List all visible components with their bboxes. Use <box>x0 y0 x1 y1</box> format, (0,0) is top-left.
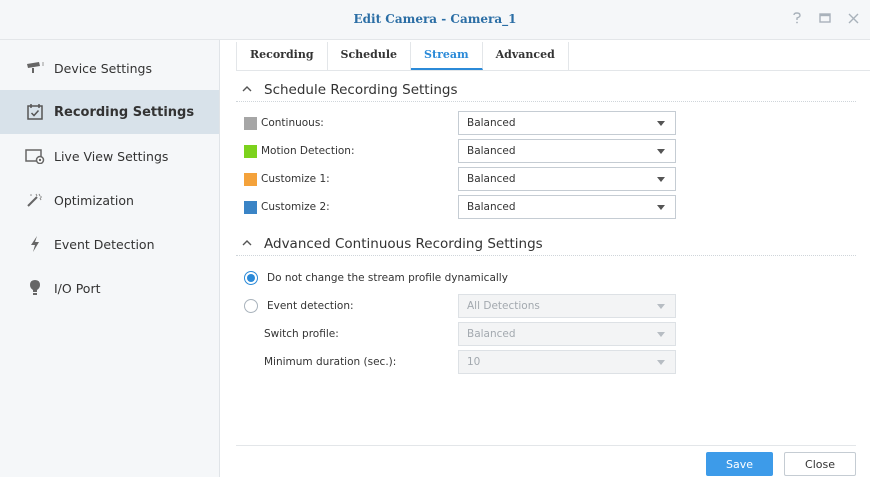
select-value: All Detections <box>467 300 540 312</box>
dropdown-arrow-icon <box>657 205 665 210</box>
advanced-continuous-section-header[interactable]: Advanced Continuous Recording Settings <box>236 232 856 256</box>
window-controls <box>790 11 860 25</box>
sidebar: Device Settings Recording Settings Live … <box>0 40 220 477</box>
sidebar-item-label: Event Detection <box>54 236 155 252</box>
sidebar-item-label: Recording Settings <box>54 104 195 120</box>
dropdown-arrow-icon <box>657 121 665 126</box>
sidebar-item-label: Optimization <box>54 192 134 208</box>
tab-bar: Recording Schedule Stream Advanced <box>236 42 569 70</box>
switch-profile-label: Switch profile: <box>264 328 339 340</box>
maximize-icon[interactable] <box>818 11 832 25</box>
motion-detection-color-swatch <box>244 144 257 158</box>
camera-icon <box>24 60 46 76</box>
continuous-label: Continuous: <box>261 117 324 129</box>
event-detection-select[interactable]: All Detections <box>458 294 676 318</box>
magic-wand-icon <box>24 192 46 208</box>
section-title: Advanced Continuous Recording Settings <box>264 235 543 252</box>
customize-2-label: Customize 2: <box>261 201 330 213</box>
dropdown-arrow-icon <box>657 177 665 182</box>
tab-stream[interactable]: Stream <box>411 42 483 70</box>
customize-1-label: Customize 1: <box>261 173 330 185</box>
save-button[interactable]: Save <box>706 452 773 476</box>
close-button[interactable]: Close <box>784 452 856 476</box>
select-value: Balanced <box>467 201 516 213</box>
static-profile-label: Do not change the stream profile dynamic… <box>267 272 508 284</box>
motion-detection-label: Motion Detection: <box>261 145 355 157</box>
sidebar-item-device-settings[interactable]: Device Settings <box>0 46 219 90</box>
sidebar-item-label: I/O Port <box>54 280 101 296</box>
select-value: Balanced <box>467 328 516 340</box>
live-view-icon <box>24 148 46 164</box>
chevron-up-icon[interactable] <box>242 238 258 249</box>
sidebar-item-io-port[interactable]: I/O Port <box>0 266 219 310</box>
dropdown-arrow-icon <box>657 304 665 309</box>
tab-advanced[interactable]: Advanced <box>483 42 569 70</box>
customize-2-color-swatch <box>244 200 257 214</box>
minimum-duration-label: Minimum duration (sec.): <box>264 356 397 368</box>
continuous-profile-select[interactable]: Balanced <box>458 111 676 135</box>
window-title: Edit Camera - Camera_1 <box>353 12 517 26</box>
dropdown-arrow-icon <box>657 360 665 365</box>
calendar-check-icon <box>24 103 46 121</box>
dropdown-arrow-icon <box>657 332 665 337</box>
tab-divider <box>236 70 870 71</box>
motion-detection-profile-select[interactable]: Balanced <box>458 139 676 163</box>
chevron-up-icon[interactable] <box>242 84 258 95</box>
section-title: Schedule Recording Settings <box>264 81 458 98</box>
event-detection-radio[interactable] <box>244 299 258 313</box>
help-icon[interactable] <box>790 11 804 25</box>
event-detection-label: Event detection: <box>267 300 354 312</box>
schedule-recording-section-header[interactable]: Schedule Recording Settings <box>236 78 856 102</box>
minimum-duration-select[interactable]: 10 <box>458 350 676 374</box>
lightning-icon <box>24 235 46 253</box>
sidebar-item-live-view-settings[interactable]: Live View Settings <box>0 134 219 178</box>
static-profile-radio[interactable] <box>244 271 258 285</box>
footer-divider <box>236 445 856 446</box>
customize-1-profile-select[interactable]: Balanced <box>458 167 676 191</box>
sidebar-item-label: Live View Settings <box>54 148 169 164</box>
continuous-color-swatch <box>244 116 257 130</box>
select-value: Balanced <box>467 117 516 129</box>
sidebar-item-label: Device Settings <box>54 60 152 76</box>
title-bar: Edit Camera - Camera_1 <box>0 0 870 40</box>
close-icon[interactable] <box>846 11 860 25</box>
select-value: Balanced <box>467 173 516 185</box>
customize-2-profile-select[interactable]: Balanced <box>458 195 676 219</box>
lightbulb-icon <box>24 279 46 297</box>
switch-profile-select[interactable]: Balanced <box>458 322 676 346</box>
static-profile-option[interactable]: Do not change the stream profile dynamic… <box>244 265 684 291</box>
sidebar-item-event-detection[interactable]: Event Detection <box>0 222 219 266</box>
tab-recording[interactable]: Recording <box>237 42 328 70</box>
select-value: Balanced <box>467 145 516 157</box>
sidebar-item-recording-settings[interactable]: Recording Settings <box>0 90 219 134</box>
dropdown-arrow-icon <box>657 149 665 154</box>
customize-1-color-swatch <box>244 172 257 186</box>
tab-schedule[interactable]: Schedule <box>328 42 412 70</box>
select-value: 10 <box>467 356 481 368</box>
sidebar-item-optimization[interactable]: Optimization <box>0 178 219 222</box>
